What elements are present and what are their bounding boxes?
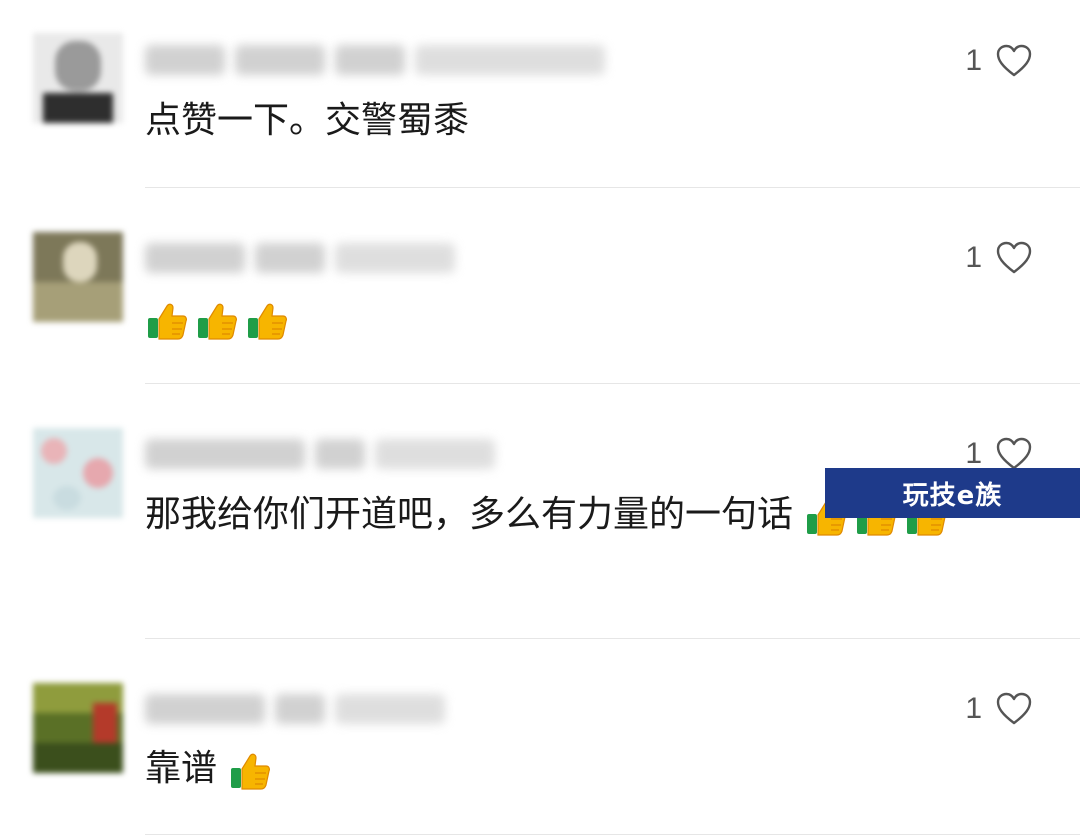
heart-icon: [996, 241, 1032, 274]
comment-text: 靠谱: [145, 738, 1045, 800]
like-button[interactable]: 1: [965, 44, 1032, 78]
avatar[interactable]: [33, 33, 123, 123]
like-button[interactable]: 1: [965, 692, 1032, 726]
watermark-logo: 玩技e族: [825, 468, 1080, 518]
username-blurred[interactable]: [145, 691, 445, 727]
watermark-text: 玩技e族: [902, 480, 1003, 511]
like-count: 1: [965, 241, 982, 274]
thumbs-up-icon: [195, 298, 239, 342]
thumbs-up-icon: [145, 298, 189, 342]
comment-text: [145, 288, 1045, 350]
comment-text-content: 靠谱: [145, 748, 218, 789]
divider: [145, 834, 1080, 835]
comment-text-content: 那我给你们开道吧，多么有力量的一句话: [145, 494, 794, 535]
thumbs-up-group: [228, 748, 272, 792]
thumbs-up-group: [145, 298, 289, 342]
thumbs-up-icon: [245, 298, 289, 342]
comment-text: 点赞一下。交警蜀黍: [145, 90, 1045, 152]
comment-text-content: 点赞一下。交警蜀黍: [145, 100, 470, 141]
username-blurred[interactable]: [145, 436, 495, 472]
divider: [145, 383, 1080, 384]
like-button[interactable]: 1: [965, 241, 1032, 275]
like-count: 1: [965, 437, 982, 470]
like-button[interactable]: 1: [965, 437, 1032, 471]
heart-icon: [996, 437, 1032, 470]
like-count: 1: [965, 44, 982, 77]
like-count: 1: [965, 692, 982, 725]
avatar[interactable]: [33, 683, 123, 773]
heart-icon: [996, 44, 1032, 77]
thumbs-up-icon: [228, 748, 272, 792]
heart-icon: [996, 692, 1032, 725]
divider: [145, 187, 1080, 188]
username-blurred[interactable]: [145, 42, 605, 78]
avatar[interactable]: [33, 232, 123, 322]
avatar[interactable]: [33, 428, 123, 518]
username-blurred[interactable]: [145, 240, 455, 276]
divider: [145, 638, 1080, 639]
